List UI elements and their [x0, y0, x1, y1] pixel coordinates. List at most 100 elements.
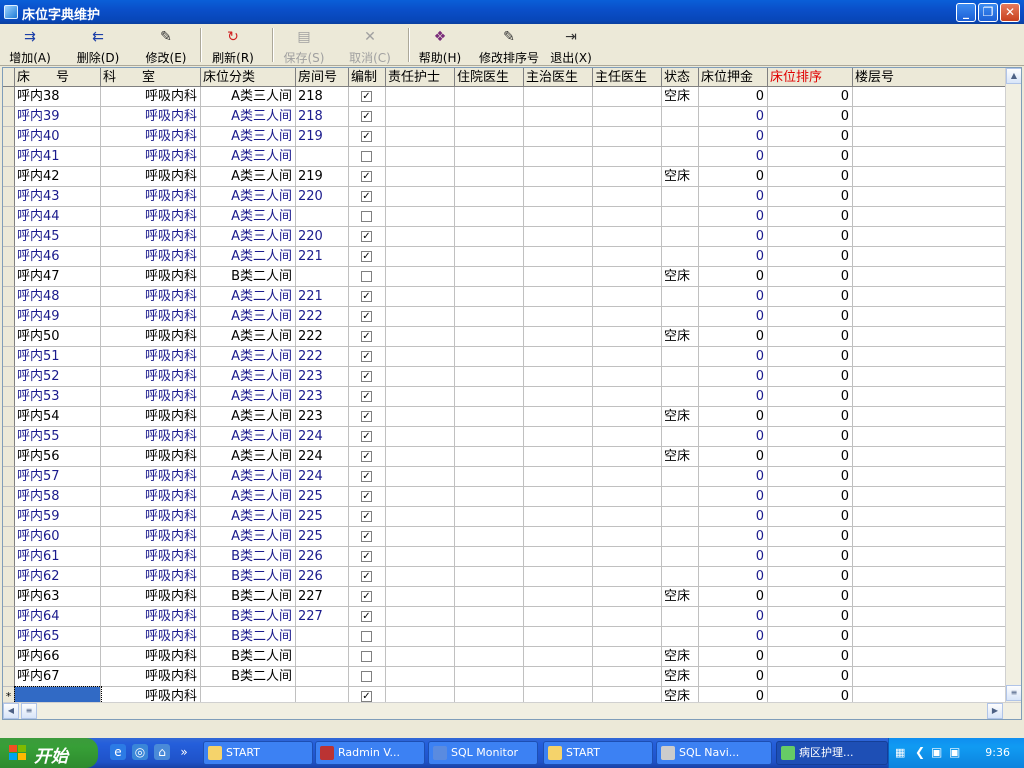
compiled-checkbox[interactable]: ✓ [361, 531, 372, 542]
compiled-checkbox[interactable]: ✓ [361, 131, 372, 142]
cell-bed-no[interactable]: 呼内55 [15, 427, 101, 447]
cell-attending[interactable] [524, 627, 593, 647]
cell-attending[interactable] [524, 487, 593, 507]
cell-category[interactable]: A类三人间 [201, 307, 296, 327]
cell-chief[interactable] [593, 327, 662, 347]
cell-compiled[interactable]: ✓ [349, 367, 386, 387]
cell-floor[interactable] [853, 667, 1007, 687]
cell-deposit[interactable]: 0 [699, 127, 768, 147]
cell-resident[interactable] [455, 607, 524, 627]
ie-icon[interactable]: e [110, 744, 126, 760]
cell-category[interactable]: B类二人间 [201, 627, 296, 647]
cell-status[interactable]: 空床 [662, 87, 699, 107]
start-button[interactable]: 开始 [0, 738, 98, 768]
cell-sort-order[interactable]: 0 [768, 87, 853, 107]
cell-category[interactable]: A类三人间 [201, 467, 296, 487]
cell-resident[interactable] [455, 307, 524, 327]
cell-resident[interactable] [455, 567, 524, 587]
cell-room[interactable]: 222 [296, 327, 349, 347]
cell-floor[interactable] [853, 267, 1007, 287]
cell-status[interactable] [662, 507, 699, 527]
cell-room[interactable]: 221 [296, 287, 349, 307]
column-header[interactable]: 楼层号 [853, 68, 1007, 87]
network2-icon[interactable]: ▣ [949, 745, 960, 759]
cell-sort-order[interactable]: 0 [768, 347, 853, 367]
cell-sort-order[interactable]: 0 [768, 447, 853, 467]
cell-chief[interactable] [593, 287, 662, 307]
cell-status[interactable]: 空床 [662, 587, 699, 607]
cell-chief[interactable] [593, 347, 662, 367]
taskbar-item[interactable]: START [543, 741, 653, 765]
cell-attending[interactable] [524, 467, 593, 487]
cell-deposit[interactable]: 0 [699, 567, 768, 587]
compiled-checkbox[interactable] [361, 671, 372, 682]
cell-deposit[interactable]: 0 [699, 287, 768, 307]
table-row[interactable]: 呼内61 呼吸内科 B类二人间 226 ✓ 0 0 [3, 547, 1007, 567]
cell-category[interactable]: A类三人间 [201, 207, 296, 227]
cell-sort-order[interactable]: 0 [768, 427, 853, 447]
compiled-checkbox[interactable]: ✓ [361, 371, 372, 382]
table-row[interactable]: 呼内65 呼吸内科 B类二人间 0 0 [3, 627, 1007, 647]
cell-deposit[interactable]: 0 [699, 427, 768, 447]
table-row[interactable]: 呼内66 呼吸内科 B类二人间 空床 0 0 [3, 647, 1007, 667]
cell-attending[interactable] [524, 567, 593, 587]
cell-resident[interactable] [455, 187, 524, 207]
column-header[interactable]: 床 号 [15, 68, 101, 87]
cell-sort-order[interactable]: 0 [768, 127, 853, 147]
title-bar[interactable]: 床位字典维护 _ ❐ ✕ [0, 0, 1024, 24]
cell-nurse[interactable] [386, 427, 455, 447]
cell-deposit[interactable]: 0 [699, 547, 768, 567]
cell-sort-order[interactable]: 0 [768, 327, 853, 347]
cell-category[interactable]: A类三人间 [201, 427, 296, 447]
cell-dept[interactable]: 呼吸内科 [101, 147, 201, 167]
cell-deposit[interactable]: 0 [699, 367, 768, 387]
cell-status[interactable] [662, 127, 699, 147]
cell-attending[interactable] [524, 247, 593, 267]
column-header[interactable]: 床位排序 [768, 68, 853, 87]
cell-room[interactable]: 224 [296, 427, 349, 447]
cell-sort-order[interactable]: 0 [768, 287, 853, 307]
cell-chief[interactable] [593, 107, 662, 127]
cell-bed-no[interactable]: 呼内62 [15, 567, 101, 587]
cell-room[interactable]: 223 [296, 387, 349, 407]
column-header[interactable]: 房间号 [296, 68, 349, 87]
cell-dept[interactable]: 呼吸内科 [101, 187, 201, 207]
compiled-checkbox[interactable]: ✓ [361, 291, 372, 302]
compiled-checkbox[interactable]: ✓ [361, 171, 372, 182]
cell-dept[interactable]: 呼吸内科 [101, 287, 201, 307]
taskbar-item[interactable]: START [203, 741, 313, 765]
compiled-checkbox[interactable] [361, 151, 372, 162]
cell-floor[interactable] [853, 247, 1007, 267]
cell-chief[interactable] [593, 387, 662, 407]
cell-deposit[interactable]: 0 [699, 187, 768, 207]
cell-chief[interactable] [593, 87, 662, 107]
cell-compiled[interactable] [349, 627, 386, 647]
cell-sort-order[interactable]: 0 [768, 267, 853, 287]
cell-bed-no[interactable]: 呼内57 [15, 467, 101, 487]
quicklaunch-more-icon[interactable]: » [176, 744, 192, 760]
cell-resident[interactable] [455, 247, 524, 267]
cell-sort-order[interactable]: 0 [768, 607, 853, 627]
cell-deposit[interactable]: 0 [699, 487, 768, 507]
column-header[interactable]: 主任医生 [593, 68, 662, 87]
cell-compiled[interactable] [349, 267, 386, 287]
cell-nurse[interactable] [386, 667, 455, 687]
cell-nurse[interactable] [386, 487, 455, 507]
cell-attending[interactable] [524, 667, 593, 687]
cell-dept[interactable]: 呼吸内科 [101, 447, 201, 467]
minimize-button[interactable]: _ [956, 3, 976, 22]
cell-chief[interactable] [593, 267, 662, 287]
cell-chief[interactable] [593, 527, 662, 547]
cell-compiled[interactable]: ✓ [349, 107, 386, 127]
cell-nurse[interactable] [386, 347, 455, 367]
cell-floor[interactable] [853, 547, 1007, 567]
cell-nurse[interactable] [386, 387, 455, 407]
cell-floor[interactable] [853, 87, 1007, 107]
table-row[interactable]: 呼内51 呼吸内科 A类三人间 222 ✓ 0 0 [3, 347, 1007, 367]
cell-dept[interactable]: 呼吸内科 [101, 667, 201, 687]
cell-nurse[interactable] [386, 147, 455, 167]
table-row[interactable]: 呼内56 呼吸内科 A类三人间 224 ✓ 空床 0 0 [3, 447, 1007, 467]
cell-bed-no[interactable]: 呼内64 [15, 607, 101, 627]
toolbar-button-8[interactable]: ⇥ 退出(X) [546, 26, 596, 65]
cell-bed-no[interactable]: 呼内48 [15, 287, 101, 307]
